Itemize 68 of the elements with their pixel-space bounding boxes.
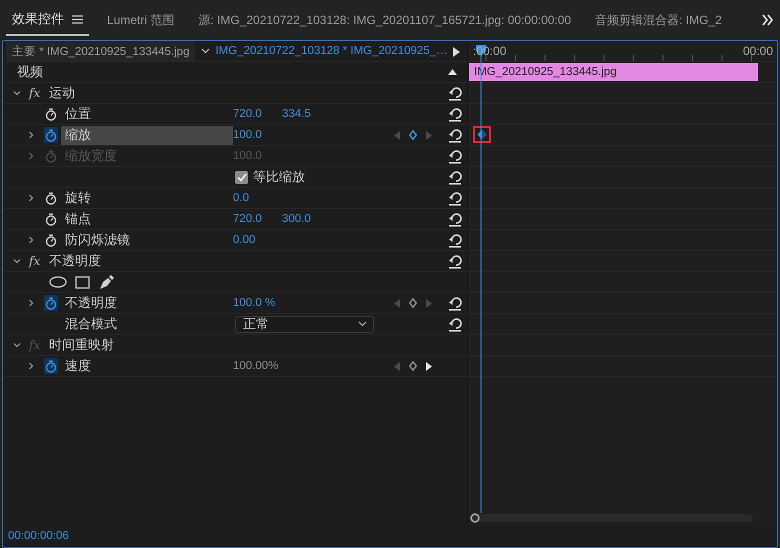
panel-tab[interactable]: 音频剪辑混合器: IMG_2	[589, 6, 728, 34]
stopwatch-toggle[interactable]	[44, 211, 58, 227]
reset-icon[interactable]	[447, 295, 463, 311]
property-value[interactable]: 300.0	[282, 213, 331, 225]
property-value[interactable]: 100.0 %	[233, 297, 282, 309]
menu-icon[interactable]	[72, 14, 83, 24]
checkbox-label: 等比缩放	[253, 168, 305, 186]
master-clip-tab[interactable]: 主要 * IMG_20210925_133445.jpg	[6, 41, 196, 61]
blend-mode-dropdown[interactable]: 正常	[235, 316, 374, 332]
next-keyframe-icon[interactable]	[426, 362, 432, 370]
reset-icon[interactable]	[447, 232, 463, 248]
stopwatch-toggle[interactable]	[44, 232, 58, 248]
fx-toggle[interactable]: fx	[29, 86, 45, 100]
pen-icon[interactable]	[98, 274, 114, 290]
effect-name: 时间重映射	[49, 336, 114, 354]
caret-icon	[201, 48, 210, 54]
collapse-triangle-icon[interactable]	[448, 69, 457, 75]
stopwatch-toggle[interactable]	[44, 127, 58, 143]
panel-tab[interactable]: Lumetri 范围	[101, 6, 180, 34]
property-label: 混合模式	[65, 315, 118, 333]
property-value[interactable]: 334.5	[282, 108, 331, 120]
more-panels-icon[interactable]	[762, 14, 774, 26]
add-keyframe-icon[interactable]	[409, 298, 417, 308]
panel-tab[interactable]: 源: IMG_20210722_103128: IMG_20201107_165721.jpg: 00:00:00:00	[192, 6, 578, 34]
reset-icon[interactable]	[447, 190, 463, 206]
property-label[interactable]: 旋转	[61, 188, 233, 208]
property-value: 100.0	[233, 150, 263, 162]
property-value[interactable]: 0.0	[233, 192, 282, 204]
property-value[interactable]: 0.00	[233, 234, 282, 246]
reset-icon[interactable]	[447, 106, 463, 122]
rectangle-mask-icon[interactable]	[75, 276, 90, 288]
timecode-display[interactable]: 00:00:00:06	[3, 525, 777, 547]
stopwatch-toggle[interactable]	[44, 190, 58, 206]
reset-icon[interactable]	[447, 253, 463, 269]
ruler-time-label: 00:00	[742, 44, 773, 58]
keyframe-icon[interactable]	[477, 129, 487, 140]
scrollbar[interactable]	[470, 514, 753, 522]
fx-toggle[interactable]: fx	[29, 254, 45, 268]
property-value[interactable]: 720.0	[233, 213, 282, 225]
play-triangle-icon[interactable]	[452, 47, 460, 57]
add-keyframe-icon[interactable]	[409, 361, 417, 371]
effect-name: 运动	[49, 84, 75, 102]
sequence-clip-tab[interactable]: IMG_20210722_103128 * IMG_20210925_…	[197, 45, 448, 57]
section-label: 视频	[16, 63, 43, 81]
property-label[interactable]: 防闪烁滤镜	[61, 230, 233, 250]
property-label[interactable]: 速度	[61, 356, 233, 376]
panel-tab[interactable]: 效果控件	[6, 4, 89, 36]
property-value[interactable]: 100.00%	[233, 360, 282, 372]
scroll-handle[interactable]	[470, 513, 480, 523]
reset-icon[interactable]	[447, 85, 463, 101]
effect-name: 不透明度	[49, 252, 101, 270]
stopwatch-toggle[interactable]	[44, 295, 58, 311]
add-keyframe-icon[interactable]	[409, 130, 417, 140]
reset-icon[interactable]	[447, 127, 463, 143]
property-label[interactable]: 位置	[61, 104, 233, 124]
property-value[interactable]: 720.0	[233, 108, 282, 120]
ellipse-mask-icon[interactable]	[49, 276, 67, 288]
property-value[interactable]: 100.0	[233, 129, 282, 141]
reset-icon[interactable]	[447, 211, 463, 227]
stopwatch-toggle[interactable]	[44, 106, 58, 122]
checkbox[interactable]	[235, 170, 248, 184]
reset-icon[interactable]	[447, 169, 463, 185]
property-label[interactable]: 缩放	[61, 126, 233, 144]
caret-icon	[358, 321, 367, 327]
reset-icon[interactable]	[447, 316, 463, 332]
property-label[interactable]: 不透明度	[61, 294, 233, 312]
property-label[interactable]: 锚点	[61, 210, 233, 228]
stopwatch-toggle[interactable]	[44, 358, 58, 374]
